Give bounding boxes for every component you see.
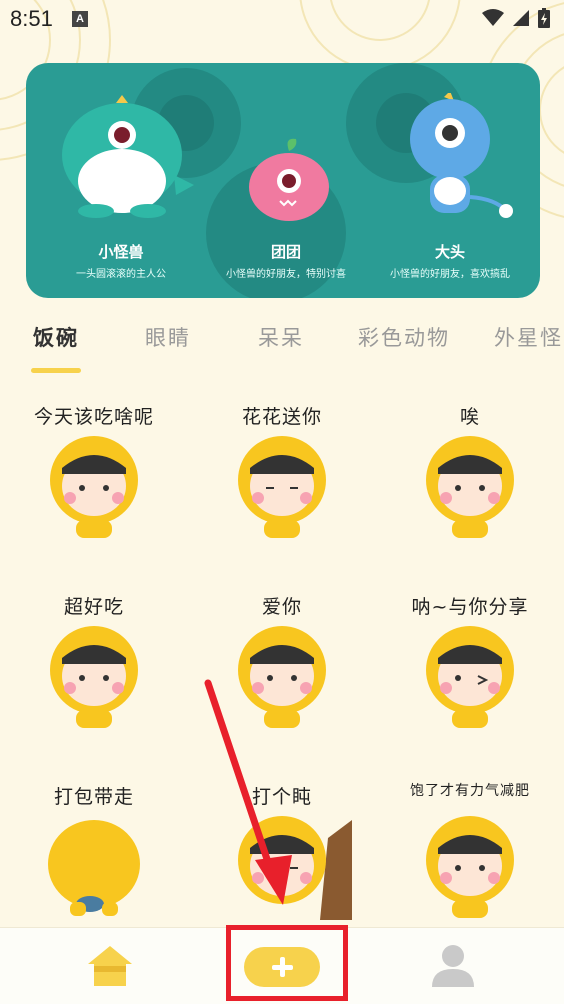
sticker-caption: 超好吃 [63, 596, 124, 618]
sticker-item[interactable]: 超好吃 [0, 582, 188, 772]
signal-icon [513, 10, 529, 26]
datou-image [410, 93, 513, 218]
battery-icon [538, 8, 550, 28]
character-desc: 小怪兽的好朋友，喜欢搞乱 [390, 269, 510, 280]
sticker-image [238, 816, 352, 920]
category-tabs: 饭碗 眼睛 呆呆 彩色动物 外星怪 [0, 318, 564, 374]
little-monster-image [62, 95, 194, 218]
character-banner[interactable]: 小怪兽 一头圆滚滚的主人公 团团 小怪兽的好朋友，特别讨喜 大头 小怪兽的好朋友… [26, 63, 540, 298]
user-icon [432, 945, 474, 987]
sticker-caption: 唉 [459, 406, 480, 428]
sticker-item[interactable]: 花花送你 [188, 392, 376, 582]
sticker-item[interactable]: 今天该吃啥呢 [0, 392, 188, 582]
active-tab-indicator [31, 368, 81, 373]
sticker-item[interactable]: 打包带走 [0, 772, 188, 927]
sticker-image [426, 626, 514, 728]
character-desc: 小怪兽的好朋友，特别讨喜 [226, 269, 346, 280]
sticker-caption: 饱了才有力气减肥 [410, 783, 530, 799]
character-name: 团团 [270, 243, 301, 261]
character-desc: 一头圆滚滚的主人公 [76, 269, 166, 280]
nav-home-button[interactable] [86, 944, 134, 992]
sticker-image [50, 626, 138, 728]
sticker-item[interactable]: 饱了才有力气减肥 [376, 772, 564, 927]
character-tuantuan[interactable]: 团团 小怪兽的好朋友，特别讨喜 [216, 241, 356, 280]
sticker-image [48, 820, 140, 916]
sticker-image [426, 436, 514, 538]
tab-caise-dongwu[interactable]: 彩色动物 [358, 322, 450, 352]
nav-profile-button[interactable] [430, 943, 476, 993]
highlight-box [226, 925, 348, 1001]
sticker-item[interactable]: 爱你 [188, 582, 376, 772]
character-little-monster[interactable]: 小怪兽 一头圆滚滚的主人公 [56, 241, 186, 280]
sticker-item[interactable]: 呐~与你分享 [376, 582, 564, 772]
wifi-icon [482, 9, 504, 26]
sticker-image [50, 436, 138, 538]
character-name: 大头 [434, 243, 465, 261]
sticker-item[interactable]: 打个盹 [188, 772, 376, 927]
sticker-image [238, 626, 326, 728]
notification-icon: A [72, 11, 88, 27]
sticker-caption: 呐~与你分享 [411, 596, 529, 618]
tab-yanjing[interactable]: 眼睛 [145, 322, 191, 352]
tab-waixingguai[interactable]: 外星怪 [494, 322, 563, 352]
home-icon [88, 946, 132, 986]
tab-daidai[interactable]: 呆呆 [258, 322, 304, 352]
character-name: 小怪兽 [98, 243, 144, 261]
sticker-grid: 今天该吃啥呢 花花送你 唉 超好吃 爱你 呐~与你分享 打包带走 打个盹 饱了才… [0, 392, 564, 927]
sticker-image [426, 816, 514, 918]
sticker-caption: 今天该吃啥呢 [33, 406, 154, 428]
character-datou[interactable]: 大头 小怪兽的好朋友，喜欢搞乱 [380, 241, 520, 280]
tab-fanwan[interactable]: 饭碗 [33, 322, 79, 352]
sticker-caption: 打个盹 [251, 786, 312, 808]
sticker-caption: 花花送你 [241, 406, 322, 428]
sticker-image [238, 436, 326, 538]
tuantuan-image [249, 138, 329, 221]
sticker-caption: 爱你 [261, 596, 302, 618]
status-bar: 8:51 A [0, 0, 564, 40]
sticker-caption: 打包带走 [53, 786, 134, 808]
sticker-item[interactable]: 唉 [376, 392, 564, 582]
status-time: 8:51 [10, 6, 53, 31]
